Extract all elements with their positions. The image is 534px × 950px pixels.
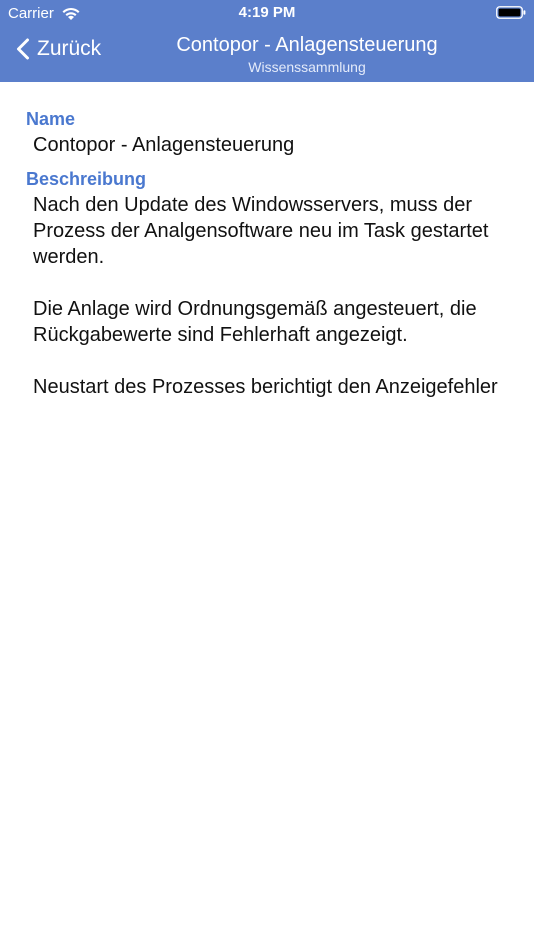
- navigation-bar: Zurück Contopor - Anlagensteuerung Wisse…: [0, 28, 534, 82]
- description-paragraph: Nach den Update des Windowsservers, muss…: [33, 194, 489, 268]
- navigation-header: Carrier 4:19 PM Zurück Contopor - Anlage…: [0, 0, 534, 82]
- description-paragraph: Neustart des Prozesses berichtigt den An…: [33, 376, 498, 398]
- description-value: Nach den Update des Windowsservers, muss…: [33, 192, 513, 400]
- status-bar: Carrier 4:19 PM: [0, 0, 534, 28]
- battery-icon: [496, 6, 526, 19]
- page-title: Contopor - Anlagensteuerung: [176, 34, 438, 56]
- status-time: 4:19 PM: [238, 4, 296, 21]
- back-button[interactable]: Zurück: [16, 37, 101, 61]
- name-label: Name: [26, 109, 76, 129]
- chevron-left-icon: [17, 38, 29, 60]
- description-paragraph: Die Anlage wird Ordnungsgemäß angesteuer…: [33, 298, 477, 346]
- name-value: Contopor - Anlagensteuerung: [33, 134, 295, 156]
- back-button-label: Zurück: [37, 37, 102, 60]
- description-label: Beschreibung: [26, 169, 147, 189]
- page-subtitle: Wissenssammlung: [248, 59, 366, 75]
